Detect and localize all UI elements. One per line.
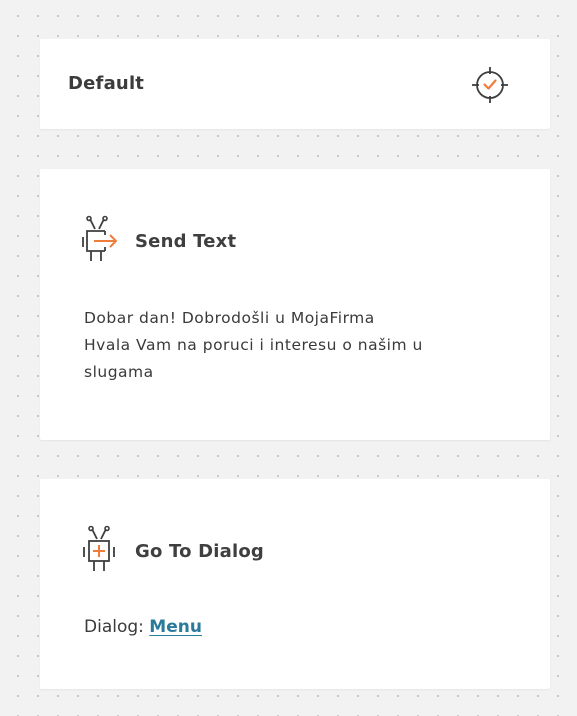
dialog-menu-link[interactable]: Menu	[149, 617, 202, 637]
send-text-header: Send Text	[80, 215, 236, 267]
flow-canvas[interactable]: Default Send Text Dobar dan! Dobrodošli …	[0, 0, 577, 716]
go-to-dialog-header: Go To Dialog	[80, 525, 264, 577]
robot-plus-icon	[80, 525, 120, 577]
go-to-dialog-step-card[interactable]: Go To Dialog Dialog: Menu	[40, 479, 550, 689]
dialog-target-line: Dialog: Menu	[84, 617, 202, 637]
default-step-card[interactable]: Default	[40, 39, 550, 129]
robot-send-icon	[80, 215, 120, 267]
dialog-label: Dialog:	[84, 617, 144, 637]
go-to-dialog-title: Go To Dialog	[135, 540, 265, 562]
send-text-title: Send Text	[135, 230, 237, 252]
target-check-icon[interactable]	[470, 65, 510, 105]
default-step-title: Default	[68, 73, 145, 94]
send-text-message: Dobar dan! Dobrodošli u MojaFirma Hvala …	[84, 309, 423, 381]
send-text-step-card[interactable]: Send Text Dobar dan! Dobrodošli u MojaFi…	[40, 169, 550, 440]
